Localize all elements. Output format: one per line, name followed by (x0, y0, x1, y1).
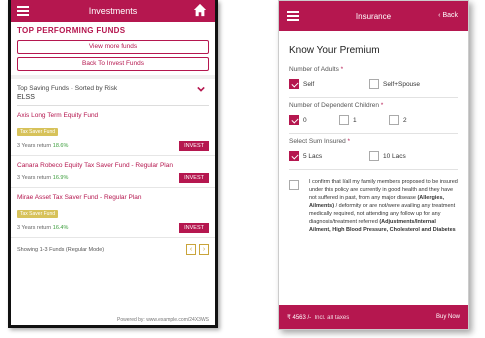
health-declaration: I confirm that I/all my family members p… (289, 178, 458, 234)
invest-button[interactable]: INVEST (179, 173, 209, 183)
children-options: 0 1 2 (289, 115, 458, 125)
insurance-phone: Insurance ‹ Back Know Your Premium Number… (278, 0, 469, 330)
checkbox-checked[interactable] (289, 115, 299, 125)
footer-text: Powered by: www.example.com/24X3WS (117, 317, 209, 323)
chevron-left-icon: ‹ (438, 12, 441, 19)
invest-button[interactable]: INVEST (179, 223, 209, 233)
adult-option-self-spouse[interactable]: Self+Spouse (369, 79, 420, 89)
section-title: TOP PERFORMING FUNDS (17, 26, 126, 35)
premium-form: Know Your Premium Number of Adults * Sel… (279, 31, 468, 242)
pagination: Showing 1-3 Funds (Regular Mode) ‹ › (11, 238, 215, 261)
checkbox[interactable] (339, 115, 349, 125)
adults-label: Number of Adults * (289, 66, 344, 73)
filter-value: ELSS (17, 94, 209, 106)
checkbox-checked[interactable] (289, 151, 299, 161)
checkbox[interactable] (369, 79, 379, 89)
next-page-button[interactable]: › (199, 244, 209, 255)
tax-saver-badge: Tax Saver Fund (17, 128, 59, 136)
fund-return: 3 Years return 16.9% (17, 175, 69, 181)
filter-label: Top Saving Funds · Sorted by Risk (17, 85, 118, 92)
home-icon[interactable] (193, 3, 207, 17)
chevron-down-icon (197, 86, 205, 92)
hamburger-menu-icon[interactable] (17, 6, 29, 16)
sum-option-5-lacs[interactable]: 5 Lacs (289, 151, 369, 161)
children-label: Number of Dependent Children * (289, 102, 384, 109)
fund-name-link[interactable]: Axis Long Term Equity Fund (17, 111, 209, 120)
fund-item: Axis Long Term Equity Fund Tax Saver Fun… (11, 106, 215, 156)
fund-name-link[interactable]: Mirae Asset Tax Saver Fund - Regular Pla… (17, 193, 209, 202)
fund-item: Mirae Asset Tax Saver Fund - Regular Pla… (11, 188, 215, 238)
form-title: Know Your Premium (289, 45, 380, 56)
pagination-info: Showing 1-3 Funds (Regular Mode) (17, 246, 105, 253)
back-to-invest-funds-button[interactable]: Back To Invest Funds (17, 57, 209, 71)
page-title: Investments (88, 6, 138, 16)
back-button[interactable]: ‹ Back (438, 12, 458, 19)
prev-page-button[interactable]: ‹ (186, 244, 196, 255)
fund-filter-select[interactable]: Top Saving Funds · Sorted by Risk (11, 79, 215, 94)
declaration-text: I confirm that I/all my family members p… (309, 179, 458, 233)
invest-button[interactable]: INVEST (179, 141, 209, 151)
adults-options: Self Self+Spouse (289, 79, 458, 89)
tax-saver-badge: Tax Saver Fund (17, 210, 59, 218)
fund-return: 3 Years return 18.6% (17, 143, 69, 149)
fund-name-link[interactable]: Canara Robeco Equity Tax Saver Fund - Re… (17, 161, 209, 170)
hamburger-menu-icon[interactable] (287, 11, 299, 21)
adult-option-self[interactable]: Self (289, 79, 369, 89)
premium-bottom-bar: ₹ 4563 /- Incl. all taxes Buy Now (279, 305, 468, 329)
children-option-2[interactable]: 2 (389, 115, 407, 125)
checkbox[interactable] (369, 151, 379, 161)
fund-item: Canara Robeco Equity Tax Saver Fund - Re… (11, 156, 215, 188)
premium-amount: ₹ 4563 /- Incl. all taxes (287, 314, 350, 321)
view-more-funds-button[interactable]: View more funds (17, 40, 209, 54)
fund-return: 3 Years return 16.4% (17, 225, 69, 231)
app-bar: Investments (11, 0, 215, 22)
back-label: Back (442, 12, 458, 19)
children-option-1[interactable]: 1 (339, 115, 389, 125)
investments-phone: Investments TOP PERFORMING FUNDS View mo… (8, 0, 218, 328)
checkbox[interactable] (389, 115, 399, 125)
checkbox-checked[interactable] (289, 79, 299, 89)
sum-option-10-lacs[interactable]: 10 Lacs (369, 151, 406, 161)
children-option-0[interactable]: 0 (289, 115, 339, 125)
funds-list: Axis Long Term Equity Fund Tax Saver Fun… (11, 106, 215, 238)
sum-insured-label: Select Sum Insured * (289, 138, 351, 145)
buy-now-button[interactable]: Buy Now (436, 314, 460, 320)
app-bar: Insurance ‹ Back (279, 1, 468, 31)
sum-insured-options: 5 Lacs 10 Lacs (289, 151, 458, 161)
declaration-checkbox[interactable] (289, 180, 299, 190)
